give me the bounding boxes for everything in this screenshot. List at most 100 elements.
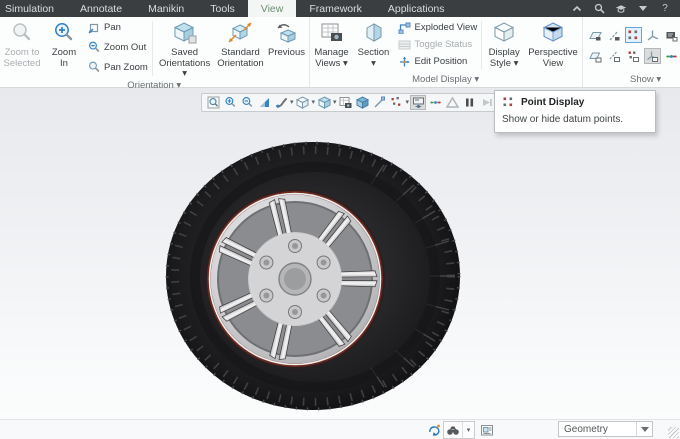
resize-grip[interactable] xyxy=(668,427,679,438)
saved-orientations-button[interactable]: Saved Orientations ▾ xyxy=(154,17,216,80)
perspective-icon[interactable] xyxy=(355,95,371,110)
csys-display-icon[interactable] xyxy=(644,27,661,43)
standard-orientation-button[interactable]: Standard Orientation xyxy=(215,17,265,80)
csys-tag-display-icon[interactable] xyxy=(643,48,661,64)
label-line: Views ▾ xyxy=(315,57,348,69)
datum-display-icon[interactable] xyxy=(389,95,405,110)
annotation-display-icon[interactable] xyxy=(663,27,680,43)
toggle-status-button[interactable]: Toggle Status xyxy=(398,38,478,51)
find-icon[interactable] xyxy=(444,422,462,438)
separator xyxy=(151,21,153,76)
exploded-view-icon xyxy=(398,22,410,34)
separator xyxy=(481,21,483,70)
zoom-to-selected-icon xyxy=(10,19,34,47)
exploded-view-button[interactable]: Exploded View xyxy=(398,21,477,34)
spin-center-icon[interactable] xyxy=(427,95,443,110)
tab-bar-tools: ? xyxy=(571,0,680,17)
pan-button[interactable]: Pan xyxy=(88,21,148,34)
point-tag-display-icon[interactable] xyxy=(625,48,642,64)
show-icon-grid: ▾ xyxy=(584,17,680,74)
zoom-to-selected-button[interactable]: Zoom to Selected xyxy=(1,17,43,80)
label: Pan Zoom xyxy=(104,61,148,73)
group-label-model-display[interactable]: Model Display ▾ xyxy=(311,74,581,87)
zoom-in-icon xyxy=(52,19,76,47)
saved-orientations-icon[interactable] xyxy=(316,95,332,110)
perspective-view-icon xyxy=(540,19,566,47)
in-graphics-toolbar: ▾ ▾ ▾ ▾ xyxy=(201,93,499,112)
help-icon[interactable]: ? xyxy=(659,3,671,15)
toolbar-toggle-icon[interactable] xyxy=(427,422,441,437)
label-line: In xyxy=(60,57,68,69)
group-show: ▾ Show ▾ xyxy=(583,17,680,87)
tab-tools[interactable]: Tools xyxy=(197,0,248,17)
tab-framework[interactable]: Framework xyxy=(296,0,375,17)
tooltip-description: Show or hide datum points. xyxy=(502,114,624,125)
display-style-button[interactable]: Display Style ▾ xyxy=(483,17,525,74)
zoom-in-button[interactable]: Zoom In xyxy=(43,17,85,80)
status-bar: ▾ Geometry xyxy=(0,419,680,439)
tab-label: View xyxy=(260,2,284,15)
resource-center-icon[interactable] xyxy=(615,3,627,15)
shading-icon[interactable] xyxy=(273,95,289,110)
label-line: Orientations ▾ xyxy=(158,57,211,80)
tab-label: Manikin xyxy=(148,2,185,15)
ribbon-tab-bar: Simulation Annotate Manikin Tools View F… xyxy=(0,0,680,17)
refit-icon[interactable] xyxy=(256,95,272,110)
zoom-fit-icon[interactable] xyxy=(205,95,221,110)
pan-zoom-stack: Pan Zoom Out Pan Zoom xyxy=(85,17,151,80)
tab-label: Applications xyxy=(387,2,445,15)
selection-filter-value: Geometry xyxy=(564,423,608,435)
zoom-in-icon[interactable] xyxy=(222,95,238,110)
group-label-show[interactable]: Show ▾ xyxy=(584,74,680,87)
pan-icon xyxy=(88,23,99,33)
spin-center-icon[interactable] xyxy=(663,48,680,64)
geometry-preview-icon[interactable] xyxy=(444,95,460,110)
display-style-caret-icon[interactable]: ▾ xyxy=(312,99,316,106)
plane-display-icon[interactable] xyxy=(587,27,604,43)
tooltip-title: Point Display xyxy=(521,97,585,108)
label: Pan xyxy=(104,22,121,33)
label-line: Style ▾ xyxy=(489,57,519,69)
plane-tag-display-icon[interactable] xyxy=(587,48,604,64)
tab-annotate[interactable]: Annotate xyxy=(67,0,135,17)
dropdown-caret-icon[interactable] xyxy=(637,3,649,15)
axis-display-icon[interactable] xyxy=(606,27,623,43)
graphics-viewport[interactable]: ▾ ▾ ▾ ▾ Point Display Show or hide datum… xyxy=(0,88,680,419)
section-icon xyxy=(362,19,386,47)
display-style-icon xyxy=(491,19,517,47)
minimize-ribbon-icon[interactable] xyxy=(571,3,583,15)
annotation-display-icon[interactable] xyxy=(372,95,388,110)
pause-icon[interactable] xyxy=(461,95,477,110)
perspective-view-button[interactable]: Perspective View xyxy=(525,17,581,74)
point-display-icon[interactable] xyxy=(624,27,642,43)
section-button[interactable]: Section ▾ xyxy=(353,17,395,74)
saved-orientations-caret-icon[interactable]: ▾ xyxy=(333,99,337,106)
zoom-out-button[interactable]: Zoom Out xyxy=(88,41,148,54)
shading-caret-icon[interactable]: ▾ xyxy=(290,99,294,106)
tab-applications[interactable]: Applications xyxy=(375,0,458,17)
label-line: View xyxy=(542,57,564,69)
datum-display-filters-icon[interactable] xyxy=(410,95,427,110)
search-icon[interactable] xyxy=(593,3,605,15)
model-tree-icon[interactable] xyxy=(479,422,495,437)
standard-orientation-icon xyxy=(227,19,253,47)
view-manager-icon[interactable] xyxy=(338,95,354,110)
tab-manikin[interactable]: Manikin xyxy=(135,0,197,17)
label-line: Selected xyxy=(3,57,41,69)
edit-position-button[interactable]: Edit Position xyxy=(398,55,478,68)
axis-tag-display-icon[interactable] xyxy=(606,48,623,64)
find-caret-icon[interactable]: ▾ xyxy=(462,422,474,438)
selection-filter-select[interactable]: Geometry xyxy=(558,421,653,437)
tab-simulation[interactable]: Simulation xyxy=(0,0,67,17)
previous-view-button[interactable]: Previous xyxy=(266,17,308,80)
toggle-status-icon xyxy=(398,40,410,49)
datum-display-caret-icon[interactable]: ▾ xyxy=(406,99,410,106)
pan-zoom-button[interactable]: Pan Zoom xyxy=(88,61,148,74)
zoom-out-icon[interactable] xyxy=(239,95,255,110)
display-style-icon[interactable] xyxy=(295,95,311,110)
resume-icon[interactable] xyxy=(478,95,494,110)
manage-views-button[interactable]: Manage Views ▾ xyxy=(311,17,353,74)
tab-view[interactable]: View xyxy=(247,0,297,17)
tooltip-point-display: Point Display Show or hide datum points. xyxy=(494,90,656,133)
tab-label: Annotate xyxy=(80,2,123,15)
